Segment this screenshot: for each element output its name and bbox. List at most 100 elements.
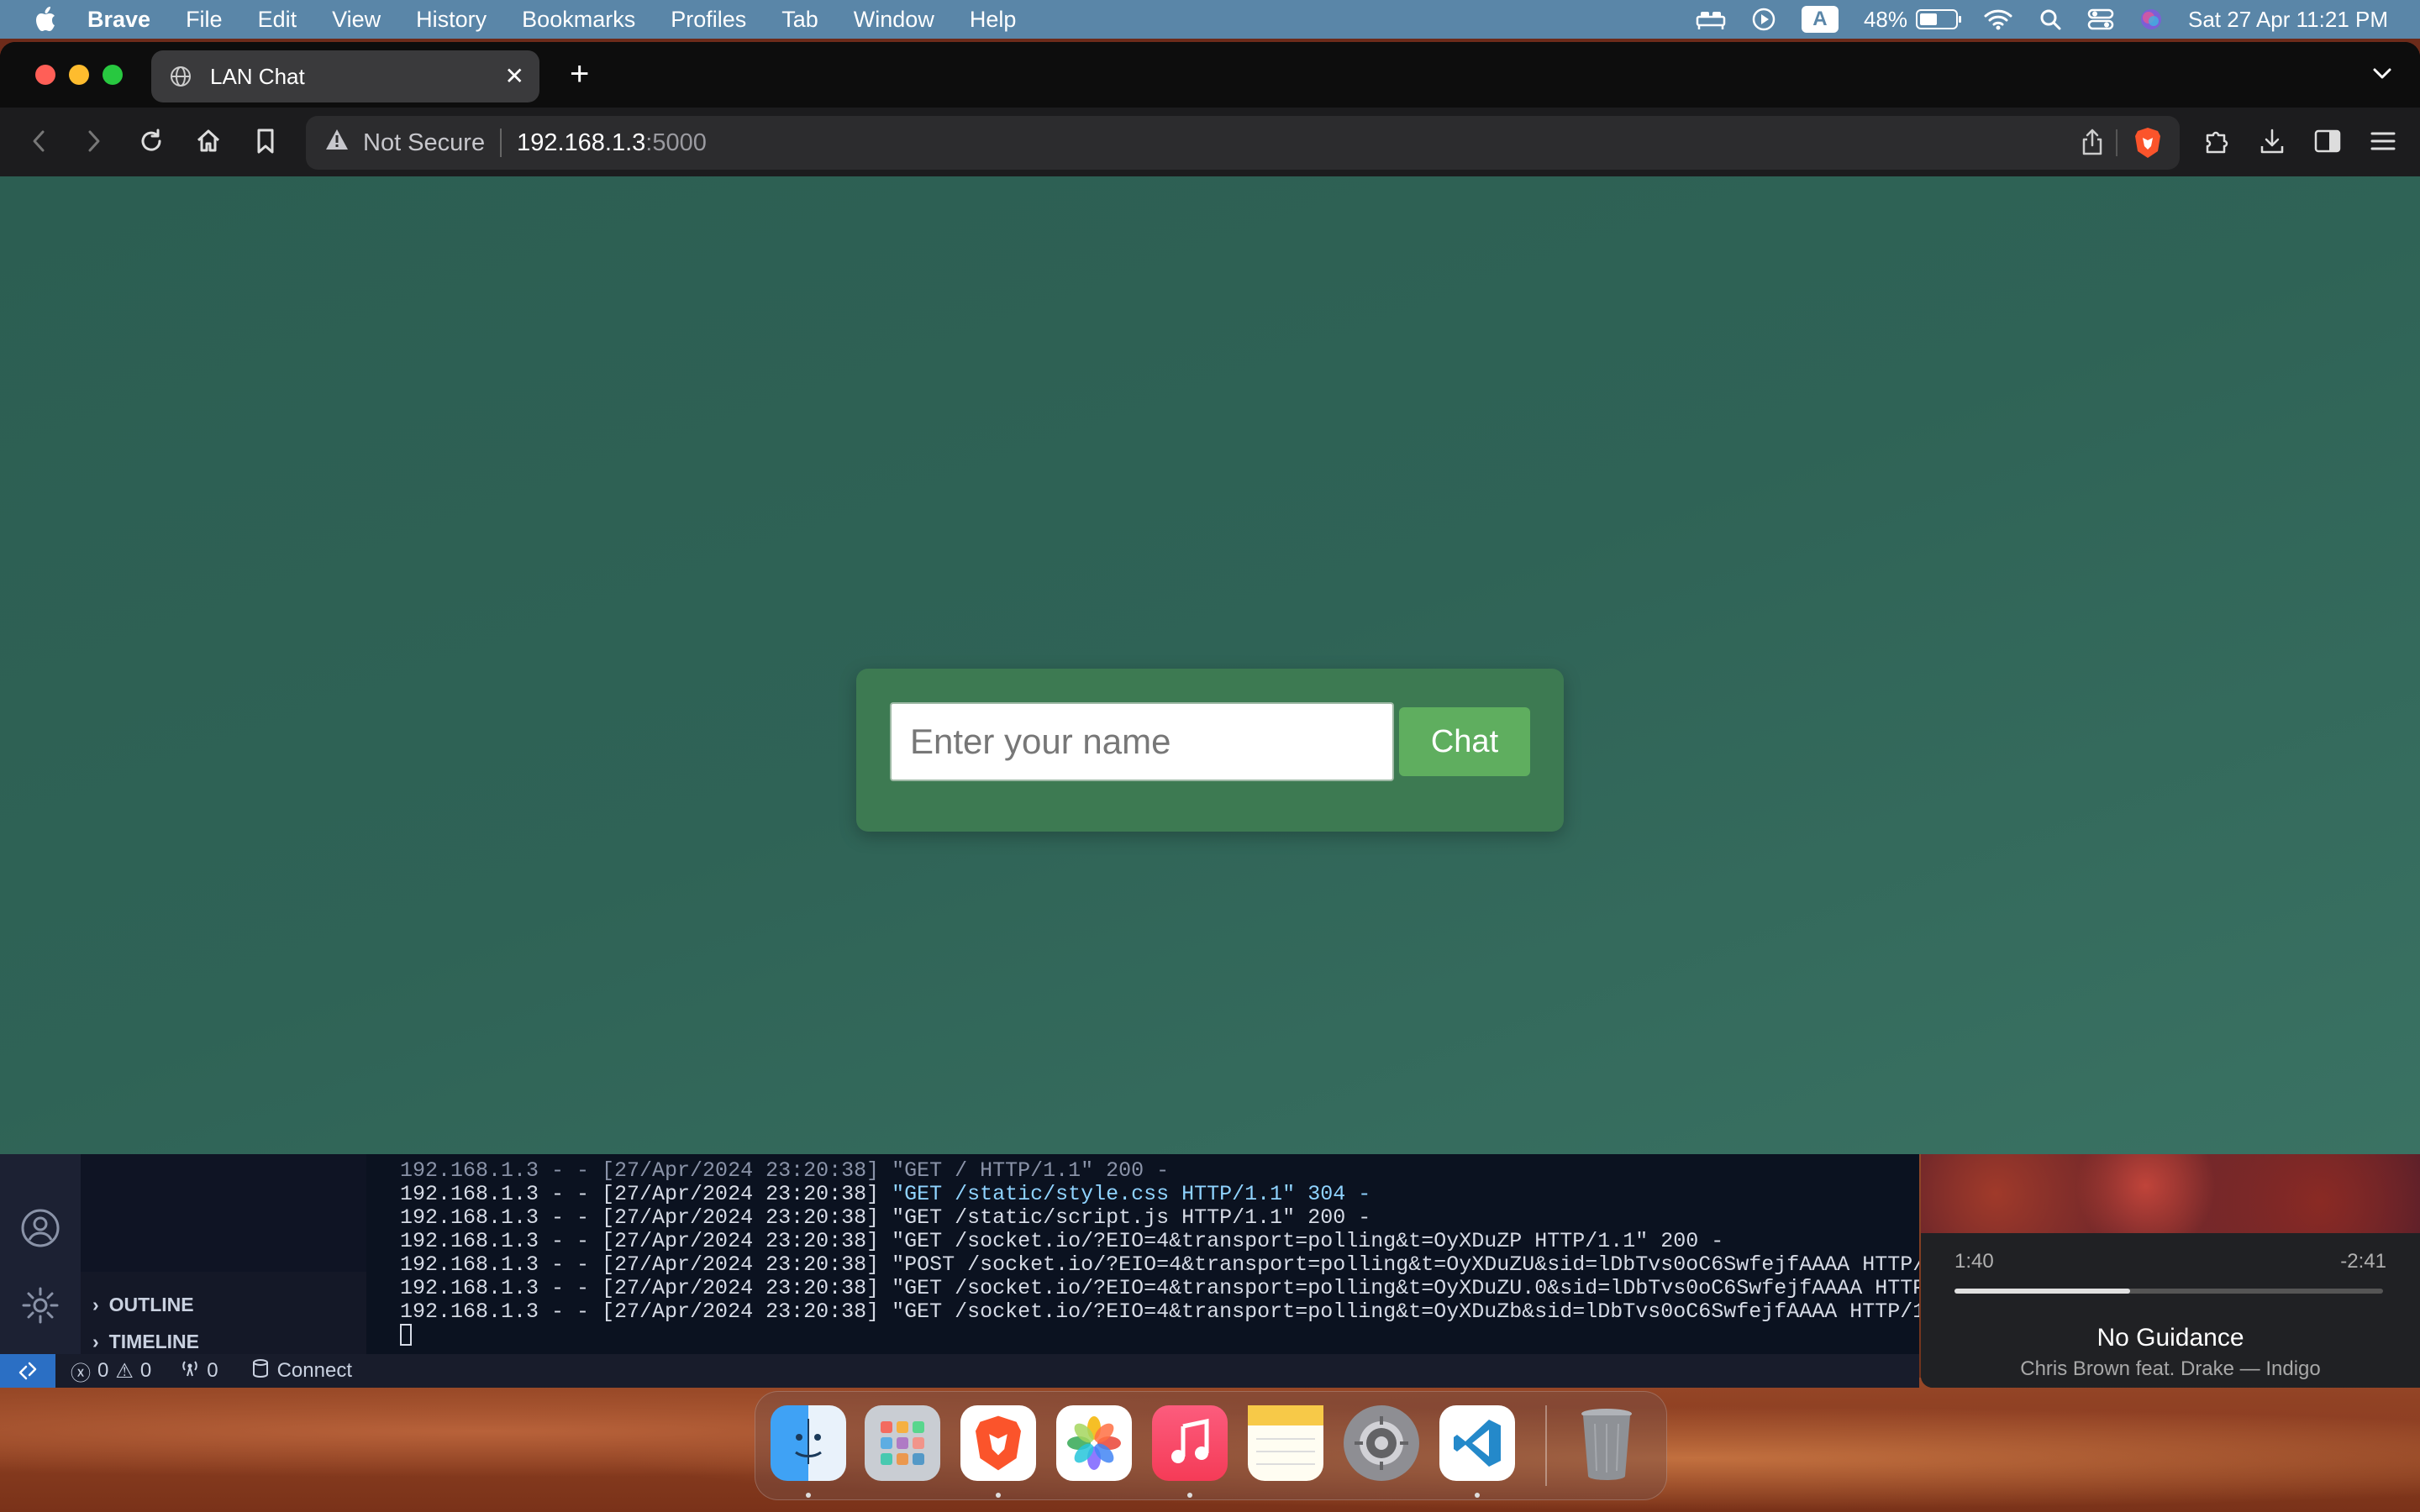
timeline-section[interactable]: › TIMELINE bbox=[92, 1331, 199, 1353]
name-input[interactable] bbox=[890, 702, 1394, 781]
forward-icon[interactable] bbox=[79, 126, 109, 156]
music-icon[interactable] bbox=[1152, 1405, 1228, 1481]
connect-label: Connect bbox=[276, 1359, 352, 1382]
gear-icon[interactable] bbox=[20, 1285, 60, 1330]
finder-icon[interactable] bbox=[771, 1405, 846, 1481]
browser-toolbar: Not Secure 192.168.1.3 :5000 bbox=[0, 108, 2420, 176]
dock bbox=[755, 1391, 1667, 1500]
downloads-icon[interactable] bbox=[2257, 126, 2287, 156]
control-center-icon[interactable] bbox=[2087, 8, 2114, 31]
chevron-down-icon[interactable] bbox=[2370, 60, 2395, 90]
home-icon[interactable] bbox=[193, 126, 224, 156]
url-port: :5000 bbox=[645, 129, 707, 156]
brave-icon[interactable] bbox=[960, 1405, 1036, 1481]
menu-window[interactable]: Window bbox=[854, 7, 934, 33]
activity-bar bbox=[0, 1154, 81, 1354]
now-playing-body: 1:40 -2:41 No Guidance Chris Brown feat.… bbox=[1921, 1233, 2420, 1388]
back-icon[interactable] bbox=[24, 126, 54, 156]
sidebar-icon[interactable] bbox=[2312, 126, 2343, 156]
play-circle-icon[interactable] bbox=[1751, 7, 1776, 32]
input-source-icon[interactable]: A bbox=[1801, 6, 1839, 33]
launchpad-icon[interactable] bbox=[865, 1405, 940, 1481]
apple-icon[interactable] bbox=[32, 3, 59, 35]
brave-shield-icon[interactable] bbox=[2133, 126, 2163, 166]
system-settings-icon[interactable] bbox=[1344, 1405, 1419, 1481]
menu-view[interactable]: View bbox=[332, 7, 381, 33]
address-bar[interactable]: Not Secure 192.168.1.3 :5000 bbox=[306, 116, 2180, 170]
explorer-sidebar: › OUTLINE › TIMELINE bbox=[81, 1154, 366, 1354]
dock-separator bbox=[1545, 1405, 1547, 1486]
terminal-line: 192.168.1.3 - - [27/Apr/2024 23:20:38] "… bbox=[400, 1229, 1724, 1253]
chevron-right-icon: › bbox=[92, 1331, 99, 1352]
remote-icon[interactable] bbox=[0, 1354, 55, 1388]
error-icon: ⓧ bbox=[71, 1362, 91, 1385]
menu-bookmarks[interactable]: Bookmarks bbox=[522, 7, 635, 33]
reload-icon[interactable] bbox=[136, 126, 166, 156]
now-playing-widget[interactable]: 1:40 -2:41 No Guidance Chris Brown feat.… bbox=[1921, 1154, 2420, 1388]
url-separator bbox=[500, 129, 502, 157]
chevron-right-icon: › bbox=[92, 1294, 99, 1315]
extensions-icon[interactable] bbox=[2202, 126, 2232, 156]
connect-button[interactable]: Connect bbox=[252, 1358, 352, 1384]
bookmark-icon[interactable] bbox=[250, 126, 281, 156]
siri-icon[interactable] bbox=[2139, 8, 2163, 31]
menu-edit[interactable]: Edit bbox=[258, 7, 297, 33]
playback-scrubber[interactable] bbox=[1954, 1289, 2383, 1294]
timeline-label: TIMELINE bbox=[108, 1331, 200, 1352]
zoom-window-button[interactable] bbox=[103, 65, 123, 85]
menubar-datetime[interactable]: Sat 27 Apr 11:21 PM bbox=[2188, 7, 2388, 33]
new-tab-button[interactable]: + bbox=[570, 57, 589, 91]
trash-icon[interactable] bbox=[1569, 1405, 1644, 1481]
browser-window: LAN Chat ✕ + Not Secure 192.168.1.3:500… bbox=[0, 42, 2420, 1154]
share-icon[interactable] bbox=[2081, 128, 2104, 163]
error-count: 0 bbox=[97, 1359, 109, 1382]
menu-app-name[interactable]: Brave bbox=[87, 7, 150, 33]
search-icon[interactable] bbox=[2039, 8, 2062, 31]
chat-button[interactable]: Chat bbox=[1399, 707, 1530, 776]
tab-lan-chat[interactable]: LAN Chat ✕ bbox=[151, 50, 539, 102]
warning-count: 0 bbox=[139, 1359, 152, 1382]
menu-tab[interactable]: Tab bbox=[781, 7, 818, 33]
account-icon[interactable] bbox=[20, 1208, 60, 1252]
elapsed-time: 1:40 bbox=[1954, 1250, 1994, 1273]
close-tab-icon[interactable]: ✕ bbox=[505, 62, 524, 90]
menu-icon[interactable] bbox=[2368, 126, 2398, 156]
name-form-card: Chat bbox=[856, 669, 1564, 832]
globe-icon bbox=[170, 66, 192, 87]
wifi-icon[interactable] bbox=[1983, 8, 2013, 31]
photos-icon[interactable] bbox=[1056, 1405, 1132, 1481]
warning-icon[interactable] bbox=[324, 128, 350, 158]
urlbar-divider bbox=[2116, 129, 2118, 156]
playback-progress bbox=[1954, 1289, 2131, 1294]
minimize-window-button[interactable] bbox=[69, 65, 89, 85]
notes-icon[interactable] bbox=[1248, 1405, 1323, 1481]
track-artist: Chris Brown feat. Drake — Indigo bbox=[2020, 1357, 2321, 1380]
menu-bar: Brave File Edit View History Bookmarks P… bbox=[0, 0, 2420, 39]
vscode-status-bar: ⓧ 0 ⚠ 0 0 Connect bbox=[0, 1354, 1919, 1388]
remaining-time: -2:41 bbox=[2340, 1250, 2386, 1273]
bed-icon[interactable] bbox=[1696, 8, 1726, 30]
menu-history[interactable]: History bbox=[416, 7, 487, 33]
menu-profiles[interactable]: Profiles bbox=[671, 7, 746, 33]
page-content: Chat bbox=[0, 176, 2420, 1154]
terminal-output[interactable]: 192.168.1.3 - - [27/Apr/2024 23:20:38] "… bbox=[366, 1154, 1919, 1354]
battery-percent: 48% bbox=[1863, 6, 1907, 32]
terminal-line: 192.168.1.3 - - [27/Apr/2024 23:20:38] "… bbox=[400, 1182, 1371, 1206]
ports-indicator[interactable]: 0 bbox=[180, 1359, 218, 1383]
menu-help[interactable]: Help bbox=[970, 7, 1017, 33]
terminal-line: 192.168.1.3 - - [27/Apr/2024 23:20:38] "… bbox=[400, 1252, 1919, 1277]
menu-file[interactable]: File bbox=[186, 7, 223, 33]
terminal-line: 192.168.1.3 - - [27/Apr/2024 23:20:38] "… bbox=[400, 1158, 1170, 1183]
close-window-button[interactable] bbox=[35, 65, 55, 85]
terminal-prompt bbox=[400, 1324, 1919, 1347]
terminal-line: 192.168.1.3 - - [27/Apr/2024 23:20:38] "… bbox=[400, 1205, 1371, 1230]
terminal-cursor bbox=[400, 1324, 412, 1347]
terminal-line: 192.168.1.3 - - [27/Apr/2024 23:20:38] "… bbox=[400, 1299, 1919, 1324]
url-host: 192.168.1.3 bbox=[517, 129, 646, 156]
vscode-icon[interactable] bbox=[1439, 1405, 1515, 1481]
security-label[interactable]: Not Secure bbox=[363, 129, 485, 157]
problems-indicator[interactable]: ⓧ 0 ⚠ 0 bbox=[71, 1357, 151, 1386]
outline-section[interactable]: › OUTLINE bbox=[92, 1294, 194, 1316]
album-art bbox=[1921, 1154, 2420, 1233]
battery-status[interactable]: 48% bbox=[1863, 6, 1961, 33]
